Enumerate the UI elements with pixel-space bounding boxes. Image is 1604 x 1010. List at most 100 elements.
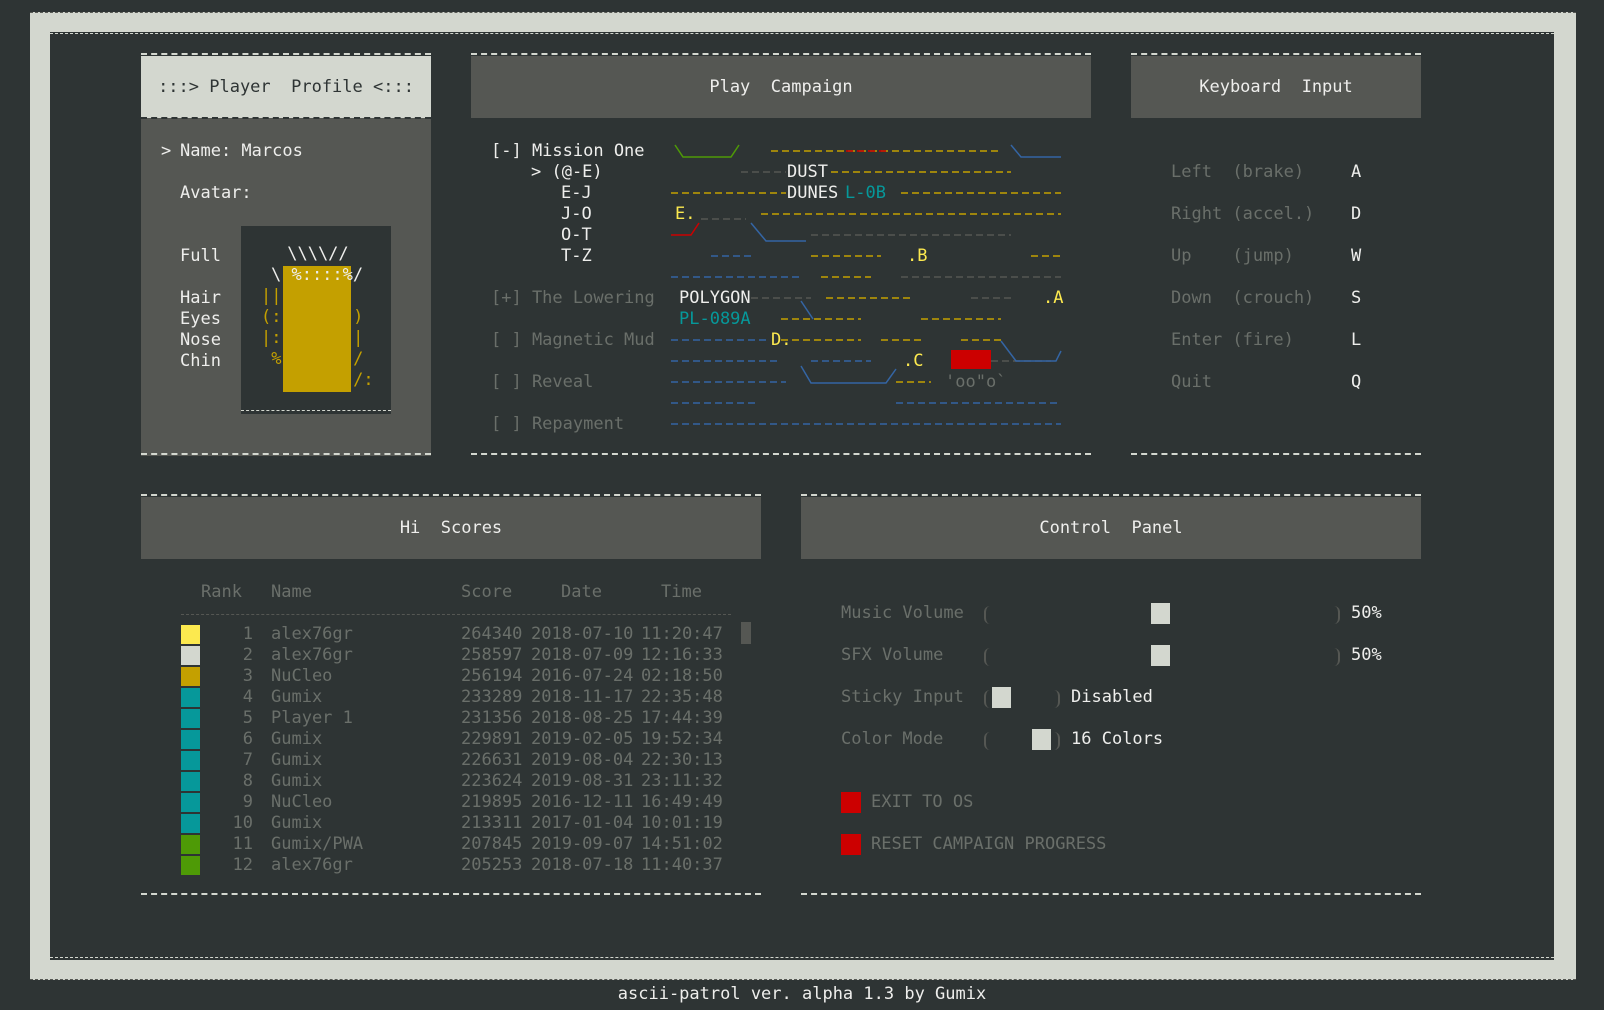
rank-color-swatch	[181, 730, 200, 749]
avatar-preview: \\\\// \ %::::%/ || __ __| (: , ,) |: . …	[241, 226, 391, 414]
binding-down-key[interactable]: S	[1351, 288, 1361, 309]
sfx-volume-slider[interactable]	[984, 645, 1340, 666]
score-rank: 7	[242, 750, 253, 770]
binding-enter-key[interactable]: L	[1351, 330, 1361, 351]
col-date: Date	[561, 582, 602, 602]
score-time: 22:35:48	[641, 687, 723, 707]
score-date: 2019-08-31	[531, 771, 634, 791]
map-label-e: E.	[675, 204, 696, 224]
avatar-part-eyes[interactable]: Eyes	[180, 309, 221, 330]
mission-one[interactable]: [-] Mission One	[491, 141, 645, 162]
rank-color-swatch	[181, 793, 200, 812]
exit-icon[interactable]	[841, 792, 861, 813]
profile-bottom-border	[141, 453, 431, 455]
map-label-b: .B	[907, 246, 928, 266]
score-name: Gumix	[271, 687, 323, 707]
binding-left-key[interactable]: A	[1351, 162, 1361, 183]
color-mode-knob[interactable]	[1032, 729, 1051, 750]
binding-quit-label: Quit	[1171, 372, 1212, 392]
sticky-input-knob[interactable]	[992, 687, 1011, 708]
score-name: Player 1	[271, 708, 353, 728]
profile-title: :::> Player Profile <:::	[158, 77, 414, 97]
avatar-part-chin[interactable]: Chin	[180, 351, 221, 372]
score-rank: 9	[242, 792, 253, 812]
avatar-line-1: \\\\//	[277, 244, 349, 264]
score-time: 11:40:37	[641, 855, 723, 875]
score-value: 213311	[461, 813, 523, 833]
score-value: 256194	[461, 666, 523, 686]
mission-repayment[interactable]: [ ] Repayment	[491, 414, 624, 435]
profile-name-field[interactable]: Name: Marcos	[180, 141, 303, 162]
inner-top-dash	[50, 33, 1554, 34]
exit-to-os-button[interactable]: EXIT TO OS	[871, 792, 973, 813]
score-value: 205253	[461, 855, 523, 875]
score-rank: 4	[242, 687, 253, 707]
score-time: 17:44:39	[641, 708, 723, 728]
score-date: 2018-11-17	[531, 687, 634, 707]
avatar-part-nose[interactable]: Nose	[180, 330, 221, 351]
score-name: Gumix/PWA	[271, 834, 364, 854]
avatar-line-5: |: . :|	[261, 328, 364, 348]
sticky-input-toggle[interactable]	[984, 687, 1060, 708]
avatar-part-full[interactable]: Full	[180, 246, 221, 267]
sfx-volume-knob[interactable]	[1151, 645, 1170, 666]
rank-color-swatch	[181, 814, 200, 833]
binding-up-key[interactable]: W	[1351, 246, 1361, 267]
tab-keyboard-input[interactable]: Keyboard Input	[1131, 56, 1421, 118]
score-date: 2016-12-11	[531, 792, 634, 812]
score-date: 2019-09-07	[531, 834, 634, 854]
score-rank: 12	[232, 855, 253, 875]
mission-the-lowering[interactable]: [+] The Lowering	[491, 288, 655, 309]
score-date: 2016-07-24	[531, 666, 634, 686]
player-vehicle-icon	[951, 350, 991, 369]
rank-color-swatch	[181, 751, 200, 770]
mission-one-stage-4[interactable]: O-T	[561, 225, 592, 246]
avatar-label: Avatar:	[180, 183, 252, 203]
control-title: Control Panel	[1039, 518, 1183, 538]
frame-top-dash	[30, 12, 1576, 13]
binding-down-label: Down (crouch)	[1171, 288, 1315, 308]
rank-color-swatch	[181, 625, 200, 644]
mission-magnetic-mud[interactable]: [ ] Magnetic Mud	[491, 330, 655, 351]
score-name: Gumix	[271, 813, 323, 833]
score-name: alex76gr	[271, 645, 353, 665]
color-mode-toggle[interactable]	[984, 729, 1060, 750]
scores-top-border	[141, 494, 761, 496]
color-mode-label: Color Mode	[841, 729, 944, 749]
tab-hi-scores[interactable]: Hi Scores	[141, 497, 761, 559]
tab-player-profile[interactable]: :::> Player Profile <:::	[141, 56, 431, 118]
mission-one-stage-2[interactable]: E-J	[561, 183, 592, 204]
score-name: alex76gr	[271, 855, 353, 875]
rank-color-swatch	[181, 667, 200, 686]
score-date: 2019-08-04	[531, 750, 634, 770]
map-label-c: .C	[903, 351, 924, 371]
score-date: 2017-01-04	[531, 813, 634, 833]
sticky-input-label: Sticky Input	[841, 687, 964, 707]
mission-one-stage-3[interactable]: J-O	[561, 204, 592, 225]
sfx-volume-label: SFX Volume	[841, 645, 944, 665]
campaign-top-border	[471, 53, 1091, 55]
control-top-border	[801, 494, 1421, 496]
reset-campaign-button[interactable]: RESET CAMPAIGN PROGRESS	[871, 834, 1106, 855]
mission-one-stage-1[interactable]: > (@-E)	[531, 162, 603, 183]
binding-right-label: Right (accel.)	[1171, 204, 1315, 224]
score-time: 10:01:19	[641, 813, 723, 833]
music-volume-knob[interactable]	[1151, 603, 1170, 624]
tab-play-campaign[interactable]: Play Campaign	[471, 56, 1091, 118]
mission-one-stage-5[interactable]: T-Z	[561, 246, 592, 267]
rank-color-swatch	[181, 646, 200, 665]
score-rank: 3	[242, 666, 253, 686]
scores-scrollbar-thumb[interactable]	[741, 622, 751, 644]
avatar-part-hair[interactable]: Hair	[180, 288, 221, 309]
tab-control-panel[interactable]: Control Panel	[801, 497, 1421, 559]
score-rank: 1	[242, 624, 253, 644]
binding-right-key[interactable]: D	[1351, 204, 1361, 225]
reset-icon[interactable]	[841, 834, 861, 855]
sticky-input-value: Disabled	[1071, 687, 1153, 707]
music-volume-slider[interactable]	[984, 603, 1340, 624]
score-value: 207845	[461, 834, 523, 854]
score-time: 23:11:32	[641, 771, 723, 791]
score-name: NuCleo	[271, 666, 333, 686]
mission-reveal[interactable]: [ ] Reveal	[491, 372, 593, 393]
binding-quit-key[interactable]: Q	[1351, 372, 1361, 393]
